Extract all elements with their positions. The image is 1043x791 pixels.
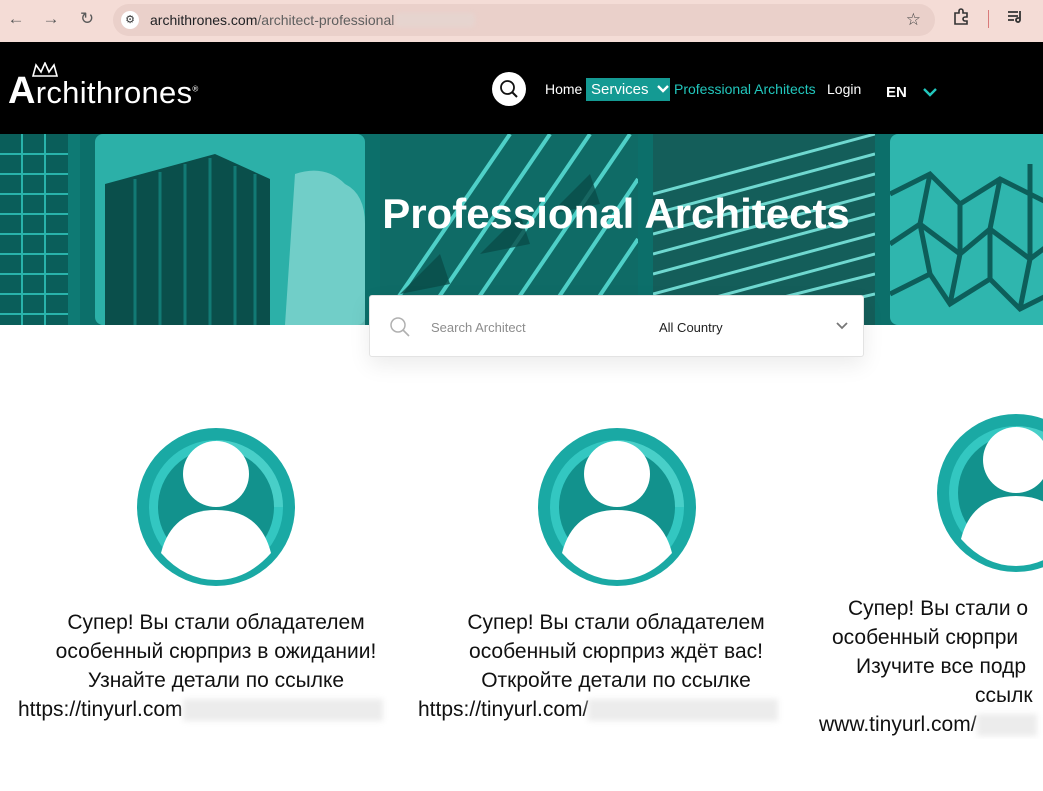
nav-services-label: Services — [591, 81, 649, 98]
page-title: Professional Architects — [382, 190, 850, 237]
bookmark-star-icon[interactable]: ☆ — [906, 10, 921, 30]
nav-services-dropdown[interactable]: Services — [586, 78, 670, 101]
link-redacted — [588, 699, 779, 722]
card-text-line: ссылк — [975, 684, 1033, 707]
url-text[interactable]: archithrones.com/architect-professional — [150, 12, 394, 28]
site-header: Archithrones® Home Services Professional… — [0, 42, 1043, 134]
card-text-line: Узнайте детали по ссылке — [87, 669, 345, 692]
url-redacted — [395, 13, 475, 27]
reload-icon[interactable]: ↻ — [76, 8, 98, 30]
search-icon — [500, 80, 518, 98]
card-text-line: Супер! Вы стали обладателем — [67, 611, 365, 634]
media-control-icon[interactable] — [1006, 8, 1024, 31]
forward-icon[interactable]: → — [40, 8, 62, 30]
country-select[interactable]: All Country — [659, 320, 723, 335]
toolbar-divider — [988, 10, 989, 28]
architect-search-panel: Search Architect All Country — [369, 295, 864, 357]
card-text-line: особенный сюрприз ждёт вас! — [469, 640, 763, 663]
header-search-button[interactable] — [492, 72, 526, 106]
language-chevron-icon[interactable] — [922, 86, 938, 98]
site-settings-icon[interactable]: ⚙ — [121, 11, 139, 29]
avatar-icon — [937, 414, 1043, 572]
language-selector[interactable]: EN — [886, 84, 907, 101]
card-text-line: Изучите все подр — [856, 655, 1027, 678]
avatar-icon — [538, 428, 696, 586]
avatar-icon — [137, 428, 295, 586]
search-icon — [390, 317, 410, 337]
card-text-line: особенный сюрпри — [832, 626, 1019, 649]
back-icon[interactable]: ← — [5, 8, 27, 30]
link-redacted — [976, 714, 1037, 737]
card-text-line: Супер! Вы стали обладателем — [467, 611, 765, 634]
card-text-line: особенный сюрприз в ожидании! — [55, 640, 377, 663]
card-link[interactable]: https://tinyurl.com/ — [418, 698, 588, 721]
address-bar[interactable]: ⚙ archithrones.com/architect-professiona… — [113, 4, 935, 36]
chevron-down-icon — [656, 85, 669, 93]
card-link[interactable]: https://tinyurl.com — [18, 698, 183, 721]
card-text-line: Супер! Вы стали о — [848, 597, 1029, 620]
link-redacted — [182, 699, 383, 722]
extensions-icon[interactable] — [952, 8, 970, 31]
nav-login[interactable]: Login — [827, 81, 861, 97]
card-text-line: Откройте детали по ссылке — [481, 669, 751, 692]
nav-home[interactable]: Home — [545, 81, 582, 97]
chevron-down-icon[interactable] — [835, 321, 849, 331]
search-architect-input[interactable]: Search Architect — [431, 320, 526, 335]
nav-professional-architects[interactable]: Professional Architects — [674, 81, 816, 97]
card-link[interactable]: www.tinyurl.com/ — [819, 713, 977, 736]
site-logo[interactable]: Archithrones® — [8, 70, 199, 113]
browser-toolbar: ← → ↻ ⚙ archithrones.com/architect-profe… — [0, 0, 1043, 42]
